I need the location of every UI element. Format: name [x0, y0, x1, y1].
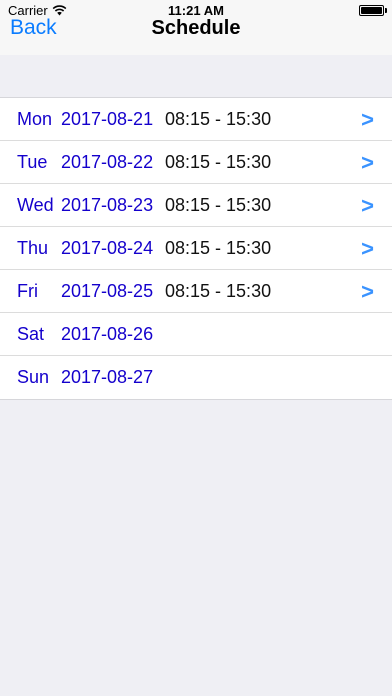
row-date: 2017-08-26	[61, 324, 154, 344]
row-day: Fri	[17, 281, 38, 301]
chevron-right-icon[interactable]: >	[361, 236, 374, 262]
row-time: 08:15 - 15:30	[165, 152, 272, 172]
row-day: Thu	[17, 238, 49, 258]
row-day: Sun	[17, 367, 50, 387]
schedule-row-wed[interactable]: Wed 2017-08-23 08:15 - 15:30 >	[0, 184, 392, 227]
chevron-right-icon[interactable]: >	[361, 150, 374, 176]
row-day: Sat	[17, 324, 45, 344]
row-day: Wed	[17, 195, 54, 215]
top-area: Carrier 11:21 AM Back Schedule	[0, 0, 392, 55]
schedule-row-sun: Sun 2017-08-27	[0, 356, 392, 399]
schedule-list: Mon 2017-08-21 08:15 - 15:30 > Tue 2017-…	[0, 97, 392, 400]
row-time: 08:15 - 15:30	[165, 238, 272, 258]
row-time: 08:15 - 15:30	[165, 195, 272, 215]
row-time: 08:15 - 15:30	[165, 109, 272, 129]
row-day: Mon	[17, 109, 53, 129]
row-date: 2017-08-25	[61, 281, 154, 301]
row-date: 2017-08-27	[61, 367, 154, 387]
chevron-right-icon[interactable]: >	[361, 107, 374, 133]
chevron-right-icon[interactable]: >	[361, 279, 374, 305]
schedule-row-tue[interactable]: Tue 2017-08-22 08:15 - 15:30 >	[0, 141, 392, 184]
navigation-bar: Back Schedule	[0, 14, 392, 44]
page-title: Schedule	[151, 17, 241, 39]
schedule-row-fri[interactable]: Fri 2017-08-25 08:15 - 15:30 >	[0, 270, 392, 313]
schedule-row-thu[interactable]: Thu 2017-08-24 08:15 - 15:30 >	[0, 227, 392, 270]
battery-cap	[385, 8, 387, 13]
schedule-row-sat: Sat 2017-08-26	[0, 313, 392, 356]
schedule-row-mon[interactable]: Mon 2017-08-21 08:15 - 15:30 >	[0, 98, 392, 141]
row-date: 2017-08-23	[61, 195, 154, 215]
row-date: 2017-08-22	[61, 152, 154, 172]
row-time: 08:15 - 15:30	[165, 281, 272, 301]
row-date: 2017-08-21	[61, 109, 154, 129]
battery-level	[361, 7, 382, 14]
row-day: Tue	[17, 152, 48, 172]
row-date: 2017-08-24	[61, 238, 154, 258]
chevron-right-icon[interactable]: >	[361, 193, 374, 219]
